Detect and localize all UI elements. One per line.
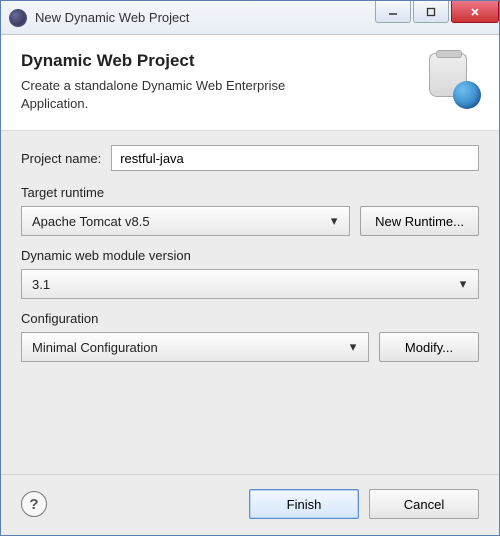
maximize-button[interactable]	[413, 1, 449, 23]
eclipse-icon	[9, 9, 27, 27]
new-runtime-button[interactable]: New Runtime...	[360, 206, 479, 236]
project-name-input[interactable]	[111, 145, 479, 171]
modify-button[interactable]: Modify...	[379, 332, 479, 362]
cancel-button[interactable]: Cancel	[369, 489, 479, 519]
web-project-icon	[423, 51, 479, 107]
banner-title: Dynamic Web Project	[21, 51, 423, 71]
module-version-select[interactable]: 3.1 ▾	[21, 269, 479, 299]
titlebar: New Dynamic Web Project	[1, 1, 499, 35]
wizard-footer: ? Finish Cancel	[1, 474, 499, 535]
wizard-banner: Dynamic Web Project Create a standalone …	[1, 35, 499, 131]
project-name-label: Project name:	[21, 151, 101, 166]
window-controls	[373, 1, 499, 34]
finish-button[interactable]: Finish	[249, 489, 359, 519]
chevron-down-icon: ▾	[454, 276, 472, 292]
module-version-value: 3.1	[32, 277, 454, 292]
configuration-select[interactable]: Minimal Configuration ▾	[21, 332, 369, 362]
chevron-down-icon: ▾	[344, 339, 362, 355]
configuration-label: Configuration	[21, 311, 479, 326]
target-runtime-label: Target runtime	[21, 185, 479, 200]
configuration-value: Minimal Configuration	[32, 340, 344, 355]
close-button[interactable]	[451, 1, 499, 23]
chevron-down-icon: ▾	[325, 213, 343, 229]
minimize-button[interactable]	[375, 1, 411, 23]
help-icon: ?	[29, 496, 38, 513]
help-button[interactable]: ?	[21, 491, 47, 517]
dialog-window: New Dynamic Web Project Dynamic Web Proj…	[0, 0, 500, 536]
target-runtime-select[interactable]: Apache Tomcat v8.5 ▾	[21, 206, 350, 236]
window-title: New Dynamic Web Project	[35, 10, 373, 25]
target-runtime-value: Apache Tomcat v8.5	[32, 214, 325, 229]
banner-description: Create a standalone Dynamic Web Enterpri…	[21, 77, 321, 112]
module-version-label: Dynamic web module version	[21, 248, 479, 263]
wizard-content: Project name: Target runtime Apache Tomc…	[1, 131, 499, 474]
